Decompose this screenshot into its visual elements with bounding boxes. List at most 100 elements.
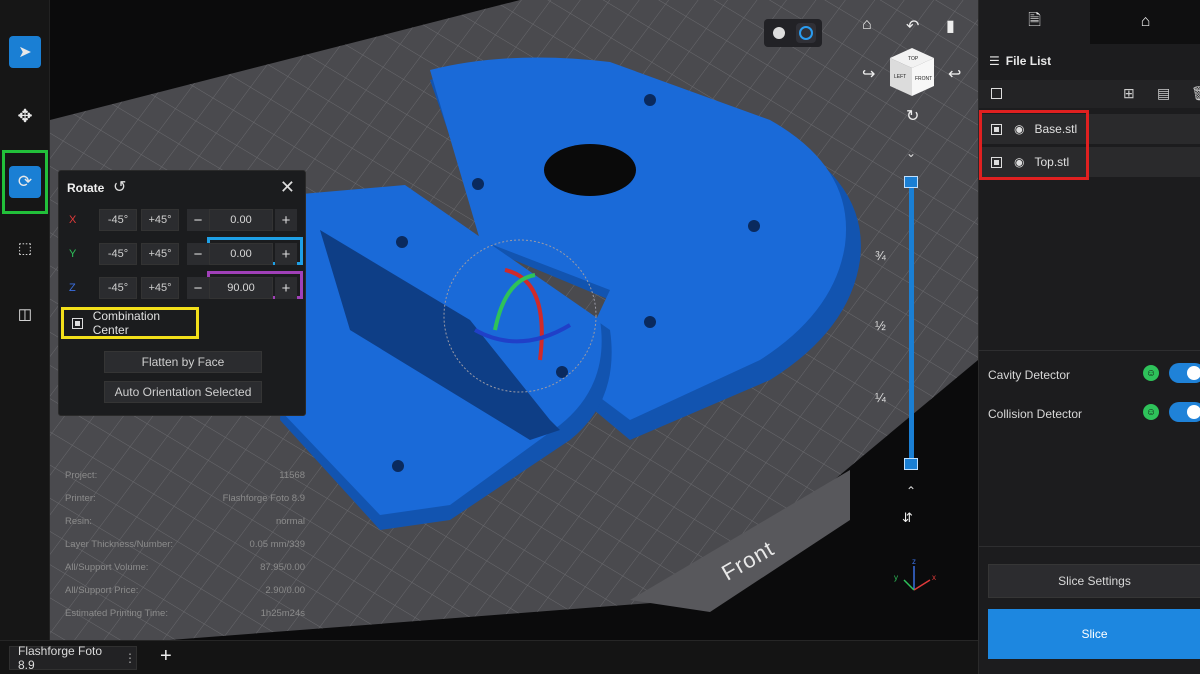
axis-row-z: Z -45° +45° − 90.00 + bbox=[59, 277, 307, 301]
slider-mark-quarter: ¼ bbox=[875, 390, 886, 405]
axis-z-label: z bbox=[912, 557, 916, 566]
move-arrows-icon: ✥ bbox=[17, 105, 33, 126]
navigation-cube[interactable]: TOP LEFT FRONT bbox=[886, 46, 938, 98]
info-row-printer: Printer: Flashforge Foto 8.9 bbox=[65, 493, 305, 504]
info-row-resin: Resin: normal bbox=[65, 516, 305, 527]
axis-row-y: Y -45° +45° − 0.00 + bbox=[59, 243, 307, 267]
file-list-header: ☰ File List bbox=[989, 54, 1051, 68]
right-panel: 🗎 ⌂ ☰ File List ⊞ ▤ 🗑 ◉ Base.stl ◉ Top.st… bbox=[978, 0, 1200, 674]
info-row-price: All/Support Price: 2.90/0.00 bbox=[65, 585, 305, 596]
file-list-title: File List bbox=[1005, 54, 1052, 68]
scale-tool-button[interactable]: ⬚ bbox=[9, 232, 41, 264]
project-info: Project: 11568 Printer: Flashforge Foto … bbox=[65, 470, 305, 631]
rotate-panel-title: Rotate bbox=[67, 181, 105, 195]
reset-rotation-icon[interactable]: ↺ bbox=[113, 177, 126, 197]
y-minus-45-button[interactable]: -45° bbox=[99, 243, 137, 265]
slider-collapse-icon[interactable]: ⌄ bbox=[906, 146, 916, 160]
auto-orientation-button[interactable]: Auto Orientation Selected bbox=[104, 381, 262, 403]
checkbox-icon[interactable] bbox=[72, 317, 83, 329]
z-increment-button[interactable]: + bbox=[275, 277, 297, 299]
solid-view-icon[interactable] bbox=[773, 27, 785, 39]
rotate-right-view-icon[interactable]: ↩ bbox=[948, 64, 961, 84]
axis-x-name: X bbox=[69, 214, 77, 226]
select-tool-button[interactable]: ➤ bbox=[9, 36, 41, 68]
home-view-icon[interactable]: ⌂ bbox=[862, 16, 872, 34]
cube-top-label: TOP bbox=[908, 56, 919, 62]
y-increment-button[interactable]: + bbox=[275, 243, 297, 265]
xray-view-icon[interactable] bbox=[796, 23, 816, 43]
z-rotation-field[interactable]: 90.00 bbox=[209, 277, 273, 299]
rotate-icon: ⟳ bbox=[17, 172, 33, 191]
printer-tab[interactable]: Flashforge Foto 8.9 ⋮ bbox=[9, 644, 137, 672]
layer-slider-top-handle[interactable] bbox=[904, 176, 918, 188]
axis-row-x: X -45° +45° − 0.00 + bbox=[59, 209, 307, 233]
y-decrement-button[interactable]: − bbox=[187, 243, 209, 265]
divider bbox=[979, 546, 1200, 547]
y-plus-45-button[interactable]: +45° bbox=[141, 243, 179, 265]
delete-icon[interactable]: 🗑 bbox=[1191, 85, 1200, 102]
select-all-checkbox[interactable] bbox=[991, 88, 1002, 99]
x-minus-45-button[interactable]: -45° bbox=[99, 209, 137, 231]
rotate-left-view-icon[interactable]: ↪ bbox=[862, 64, 875, 84]
y-rotation-field[interactable]: 0.00 bbox=[209, 243, 273, 265]
cavity-detector-toggle[interactable] bbox=[1169, 363, 1200, 383]
axis-x-label: x bbox=[932, 573, 936, 582]
undo-view-icon[interactable]: ↶ bbox=[906, 16, 919, 36]
x-decrement-button[interactable]: − bbox=[187, 209, 209, 231]
layer-slider-bottom-handle[interactable] bbox=[904, 458, 918, 470]
x-increment-button[interactable]: + bbox=[275, 209, 297, 231]
more-options-icon[interactable]: ⋮ bbox=[124, 651, 136, 665]
combination-center-checkbox[interactable]: Combination Center bbox=[61, 307, 199, 339]
printer-tab-label: Flashforge Foto 8.9 bbox=[18, 644, 103, 672]
rotate-panel: Rotate ↺ ✕ X -45° +45° − 0.00 + Y -45° +… bbox=[58, 170, 306, 416]
z-decrement-button[interactable]: − bbox=[187, 277, 209, 299]
axis-z-name: Z bbox=[69, 282, 76, 294]
combination-center-label: Combination Center bbox=[92, 309, 161, 337]
axis-y-label: y bbox=[894, 573, 898, 582]
x-rotation-field[interactable]: 0.00 bbox=[209, 209, 273, 231]
collision-detector-row: Collision Detector ☺ bbox=[979, 399, 1200, 429]
info-row-project: Project: 11568 bbox=[65, 470, 305, 481]
file-list-highlight bbox=[979, 110, 1089, 180]
perspective-cube-icon[interactable]: ▮ bbox=[946, 16, 955, 36]
x-plus-45-button[interactable]: +45° bbox=[141, 209, 179, 231]
mirror-icon: ◫ bbox=[17, 306, 33, 323]
slice-button[interactable]: Slice bbox=[988, 609, 1200, 659]
axis-indicator: z x y bbox=[894, 557, 936, 591]
file-list-toolbar: ⊞ ▤ 🗑 bbox=[979, 80, 1200, 108]
cube-front-label: FRONT bbox=[915, 76, 932, 82]
tab-file-settings[interactable]: 🗎 bbox=[979, 0, 1090, 44]
cavity-detector-row: Cavity Detector ☺ bbox=[979, 360, 1200, 390]
collision-detector-label: Collision Detector bbox=[988, 407, 1083, 421]
divider bbox=[979, 350, 1200, 351]
move-tool-button[interactable]: ✥ bbox=[9, 100, 41, 132]
rotate-tool-button[interactable]: ⟳ bbox=[9, 166, 41, 198]
left-toolbar: ➤ ✥ ⟳ ⬚ ◫ bbox=[0, 0, 50, 640]
layer-slider[interactable] bbox=[909, 176, 914, 466]
slider-mark-three-quarters: ¾ bbox=[875, 248, 886, 263]
add-printer-tab-icon[interactable]: + bbox=[160, 645, 172, 668]
slice-settings-button[interactable]: Slice Settings bbox=[988, 564, 1200, 598]
layout-icon[interactable]: ▤ bbox=[1157, 85, 1170, 102]
slider-range-icon[interactable]: ⇵ bbox=[902, 510, 913, 526]
status-ok-icon: ☺ bbox=[1143, 404, 1159, 420]
collision-detector-toggle[interactable] bbox=[1169, 402, 1200, 422]
z-plus-45-button[interactable]: +45° bbox=[141, 277, 179, 299]
info-row-time: Estimated Printing Time: 1h25m24s bbox=[65, 608, 305, 619]
z-minus-45-button[interactable]: -45° bbox=[99, 277, 137, 299]
mirror-tool-button[interactable]: ◫ bbox=[9, 298, 41, 330]
slider-expand-icon[interactable]: ⌃ bbox=[906, 484, 916, 498]
flatten-by-face-button[interactable]: Flatten by Face bbox=[104, 351, 262, 373]
tab-printer[interactable]: ⌂ bbox=[1090, 0, 1200, 44]
bottom-bar: Flashforge Foto 8.9 ⋮ + bbox=[0, 640, 978, 674]
view-mode-toggle[interactable] bbox=[764, 19, 822, 47]
axis-y-name: Y bbox=[69, 248, 77, 260]
add-file-icon[interactable]: ⊞ bbox=[1123, 85, 1135, 102]
list-icon: ☰ bbox=[989, 54, 1000, 68]
close-icon[interactable]: ✕ bbox=[280, 177, 295, 198]
model-top-hole bbox=[544, 144, 636, 196]
rotate-down-view-icon[interactable]: ↻ bbox=[906, 106, 919, 126]
status-ok-icon: ☺ bbox=[1143, 365, 1159, 381]
scale-icon: ⬚ bbox=[17, 240, 33, 257]
info-row-volume: All/Support Volume: 87.95/0.00 bbox=[65, 562, 305, 573]
